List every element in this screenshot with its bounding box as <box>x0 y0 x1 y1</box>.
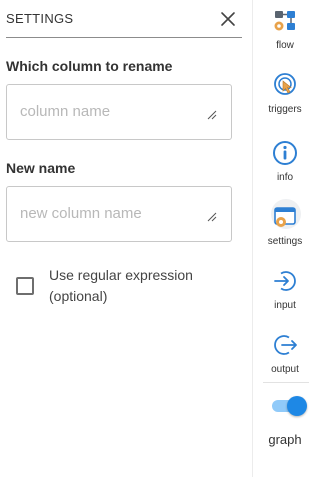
sidebar-item-label: flow <box>276 40 294 51</box>
graph-toggle[interactable] <box>272 396 307 416</box>
sidebar-item-settings[interactable]: settings <box>253 200 317 258</box>
sidebar-item-label: triggers <box>268 104 302 115</box>
sidebar-item-input[interactable]: input <box>253 264 317 322</box>
sidebar-item-label: info <box>276 172 294 183</box>
sidebar: flow triggers info settings input output… <box>252 0 316 477</box>
sidebar-item-label: input <box>274 300 296 311</box>
settings-icon <box>274 207 296 227</box>
sidebar-divider <box>263 382 309 383</box>
new-column-name-input[interactable] <box>6 186 232 242</box>
column-name-input[interactable] <box>6 84 232 140</box>
graph-toggle-label: graph <box>268 432 302 447</box>
sidebar-item-flow[interactable]: flow <box>253 4 317 62</box>
close-icon[interactable] <box>220 11 236 27</box>
regex-checkbox[interactable] <box>16 277 34 295</box>
output-icon <box>274 335 297 355</box>
toggle-knob <box>287 396 307 416</box>
rename-column-label: Which column to rename <box>6 58 173 74</box>
new-name-label: New name <box>6 160 76 176</box>
sidebar-item-triggers[interactable]: triggers <box>253 68 317 126</box>
sidebar-item-label: output <box>271 364 299 375</box>
settings-header: SETTINGS <box>6 0 242 38</box>
sidebar-item-info[interactable]: info <box>253 136 317 194</box>
triggers-icon <box>274 73 296 95</box>
panel-title: SETTINGS <box>6 11 74 26</box>
settings-panel: SETTINGS Which column to rename New name… <box>0 0 252 477</box>
regex-checkbox-label[interactable]: Use regular expression (optional) <box>49 265 219 307</box>
sidebar-item-label: settings <box>267 236 303 247</box>
input-icon <box>274 271 296 291</box>
sidebar-item-output[interactable]: output <box>253 328 317 386</box>
info-icon <box>273 141 297 165</box>
flow-icon <box>274 11 295 31</box>
